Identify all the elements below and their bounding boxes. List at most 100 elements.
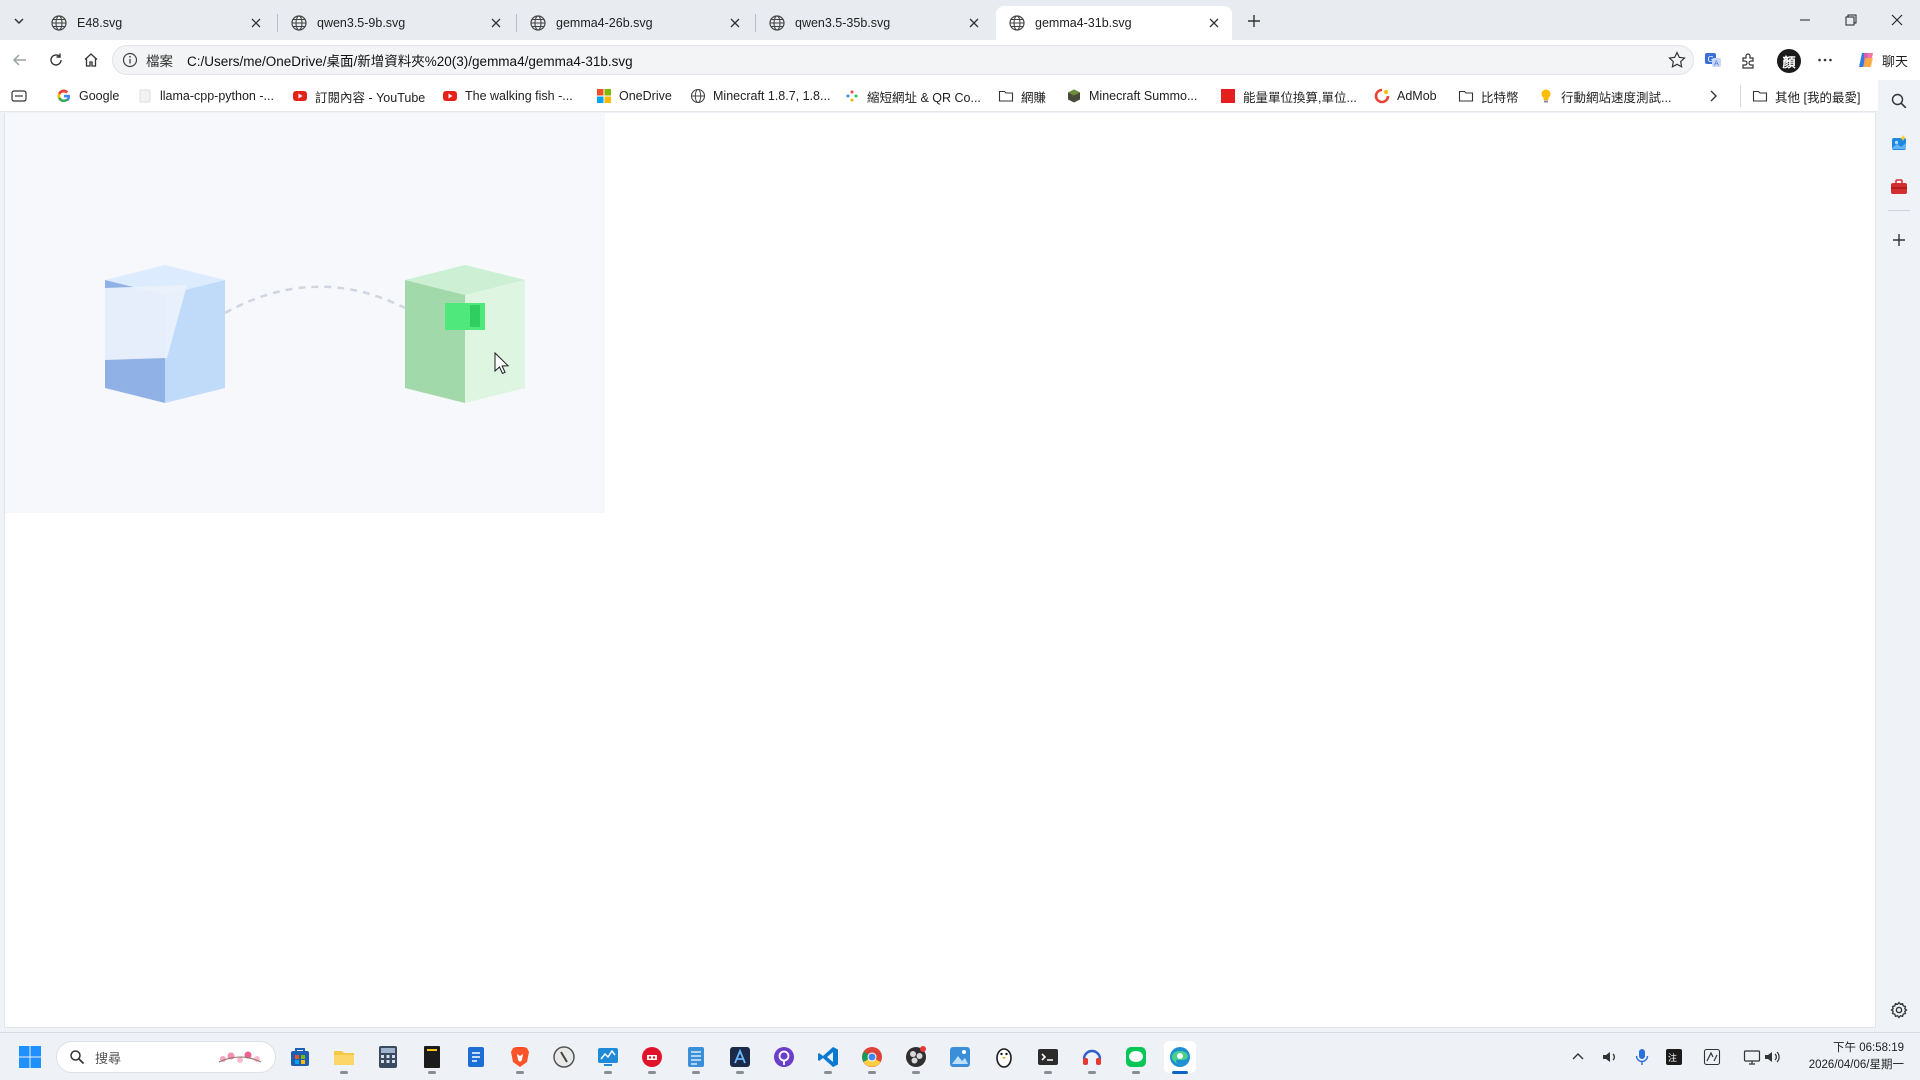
close-icon[interactable] — [964, 13, 984, 33]
taskbar-chrome-icon[interactable] — [856, 1041, 888, 1074]
star-favorite-icon[interactable] — [1667, 50, 1687, 70]
translate-icon[interactable]: GA — [1699, 46, 1727, 74]
profile-avatar[interactable]: 顏 — [1777, 49, 1801, 73]
favorite-llama-cpp-python[interactable]: llama-cpp-python -... — [137, 85, 274, 107]
favorite-label: OneDrive — [619, 89, 672, 103]
running-indicator — [1172, 1071, 1188, 1074]
globe-icon — [290, 14, 308, 32]
url-text[interactable]: C:/Users/me/OneDrive/桌面/新增資料夾%20(3)/gemm… — [187, 50, 1667, 70]
close-icon[interactable] — [486, 13, 506, 33]
more-menu-icon[interactable] — [1811, 46, 1839, 74]
tab-e48[interactable]: E48.svg — [38, 6, 274, 40]
favorite-folder-earn[interactable]: 網賺 — [998, 85, 1046, 107]
taskbar-store-icon[interactable] — [284, 1041, 316, 1073]
rendered-svg-document — [5, 113, 605, 513]
address-bar[interactable]: 檔案 C:/Users/me/OneDrive/桌面/新增資料夾%20(3)/g… — [112, 45, 1694, 75]
favorite-google[interactable]: Google — [56, 85, 119, 107]
tab-qwen3-5-35b[interactable]: qwen3.5-35b.svg — [756, 6, 992, 40]
taskbar-photos-icon[interactable] — [944, 1041, 976, 1073]
favorite-youtube-subscriptions[interactable]: 訂閱內容 - YouTube — [292, 85, 425, 107]
language-switch-icon[interactable] — [1702, 1047, 1722, 1067]
taskbar-compass-app-icon[interactable] — [548, 1041, 580, 1073]
close-icon[interactable] — [246, 13, 266, 33]
running-indicator — [516, 1071, 524, 1074]
windows-start-icon[interactable] — [18, 1045, 44, 1071]
tab-qwen3-5-9b[interactable]: qwen3.5-9b.svg — [278, 6, 514, 40]
taskbar-monitor-app-icon[interactable] — [592, 1041, 624, 1074]
green-cube — [405, 265, 525, 403]
windows-taskbar: 搜尋 注 下午 06:58:19 2026/04/06/星期一 — [0, 1032, 1920, 1080]
tab-gemma4-31b[interactable]: gemma4-31b.svg — [996, 6, 1232, 40]
edge-sidebar — [1878, 80, 1920, 1030]
favorite-walking-fish[interactable]: The walking fish -... — [442, 85, 573, 107]
running-indicator — [736, 1071, 744, 1074]
sidebar-settings-gear-icon[interactable] — [1886, 997, 1912, 1023]
back-arrow-icon[interactable] — [6, 46, 34, 74]
taskbar-headphone-app-icon[interactable] — [1076, 1041, 1108, 1074]
taskbar-file-explorer-icon[interactable] — [328, 1041, 360, 1074]
network-monitor-icon[interactable] — [1742, 1047, 1762, 1067]
add-sidebar-app-plus-icon[interactable] — [1886, 227, 1912, 253]
search-icon[interactable] — [1886, 88, 1912, 114]
taskbar-purple-app-icon[interactable] — [768, 1041, 800, 1073]
green-signal-bar — [470, 305, 480, 327]
favorite-other-folder[interactable]: 其他 [我的最愛] — [1752, 85, 1860, 107]
taskbar-line-icon[interactable] — [1120, 1041, 1152, 1074]
tab-gemma4-26b[interactable]: gemma4-26b.svg — [517, 6, 753, 40]
favorite-minecraft-summon[interactable]: Minecraft Summo... — [1066, 85, 1197, 107]
taskbar-word-doc-icon[interactable] — [460, 1041, 492, 1073]
green-cube-left — [405, 280, 465, 403]
favorite-label: 縮短網址 & QR Co... — [867, 90, 981, 105]
favorite-short-url-qr[interactable]: 縮短網址 & QR Co... — [844, 85, 981, 107]
restore-icon[interactable] — [1828, 0, 1874, 40]
extensions-icon[interactable] — [1735, 46, 1763, 74]
taskbar-red-circle-app-icon[interactable] — [636, 1041, 668, 1074]
favorite-folder-bitcoin[interactable]: 比特幣 — [1458, 85, 1519, 107]
toolbox-icon[interactable] — [1886, 174, 1912, 200]
reading-view-icon[interactable] — [10, 85, 28, 107]
minecraft-icon — [1066, 88, 1082, 104]
taskbar-search-box[interactable]: 搜尋 — [56, 1041, 276, 1073]
taskbar-edge-icon[interactable] — [1164, 1041, 1196, 1074]
taskbar-notebook-app-icon[interactable] — [416, 1041, 448, 1074]
favorites-overflow-chevron-icon[interactable] — [1706, 85, 1720, 107]
globe-icon — [1008, 14, 1026, 32]
favorite-minecraft-187[interactable]: Minecraft 1.8.7, 1.8... — [690, 85, 830, 107]
close-icon[interactable] — [1204, 13, 1224, 33]
favorite-admob[interactable]: AdMob — [1374, 85, 1437, 107]
taskbar-calculator-icon[interactable] — [372, 1041, 404, 1073]
tab-list-chevron-icon[interactable] — [6, 8, 32, 34]
close-icon[interactable] — [725, 13, 745, 33]
microphone-icon[interactable] — [1632, 1047, 1652, 1067]
taskbar-letter-a-app-icon[interactable] — [724, 1041, 756, 1074]
taskbar-terminal-icon[interactable] — [1032, 1041, 1064, 1074]
folder-icon — [1752, 88, 1768, 104]
new-tab-plus-icon[interactable] — [1240, 8, 1268, 34]
taskbar-vscode-icon[interactable] — [812, 1041, 844, 1074]
speaker-volume-icon[interactable] — [1600, 1047, 1620, 1067]
show-hidden-icons-chevron-icon[interactable] — [1568, 1047, 1588, 1067]
copilot-chat-button[interactable]: 聊天 — [1850, 47, 1914, 73]
taskbar-brave-icon[interactable] — [504, 1041, 536, 1074]
image-creator-icon[interactable] — [1886, 130, 1912, 156]
input-method-icon[interactable]: 注 — [1664, 1047, 1684, 1067]
minimize-icon[interactable] — [1782, 0, 1828, 40]
taskbar-notes-app-icon[interactable] — [680, 1041, 712, 1074]
system-clock[interactable]: 下午 06:58:19 2026/04/06/星期一 — [1794, 1040, 1904, 1074]
google-icon — [56, 88, 72, 104]
favorite-label: llama-cpp-python -... — [160, 89, 274, 103]
favorite-onedrive[interactable]: OneDrive — [596, 85, 672, 107]
favorite-energy-unit[interactable]: 能量單位換算,單位... — [1220, 85, 1357, 107]
taskbar-obs-icon[interactable] — [900, 1041, 932, 1074]
favorite-mobile-speed-test[interactable]: 行動網站速度測試... — [1538, 85, 1671, 107]
taskbar-penguin-app-icon[interactable] — [988, 1041, 1020, 1073]
info-icon[interactable] — [122, 52, 138, 68]
favorite-label: AdMob — [1397, 89, 1437, 103]
close-window-icon[interactable] — [1874, 0, 1920, 40]
tab-title: E48.svg — [77, 16, 123, 30]
favorite-label: 行動網站速度測試... — [1561, 90, 1672, 105]
home-icon[interactable] — [77, 46, 105, 74]
tray-speaker-icon[interactable] — [1762, 1047, 1782, 1067]
running-indicator — [604, 1071, 612, 1074]
refresh-icon[interactable] — [42, 46, 70, 74]
